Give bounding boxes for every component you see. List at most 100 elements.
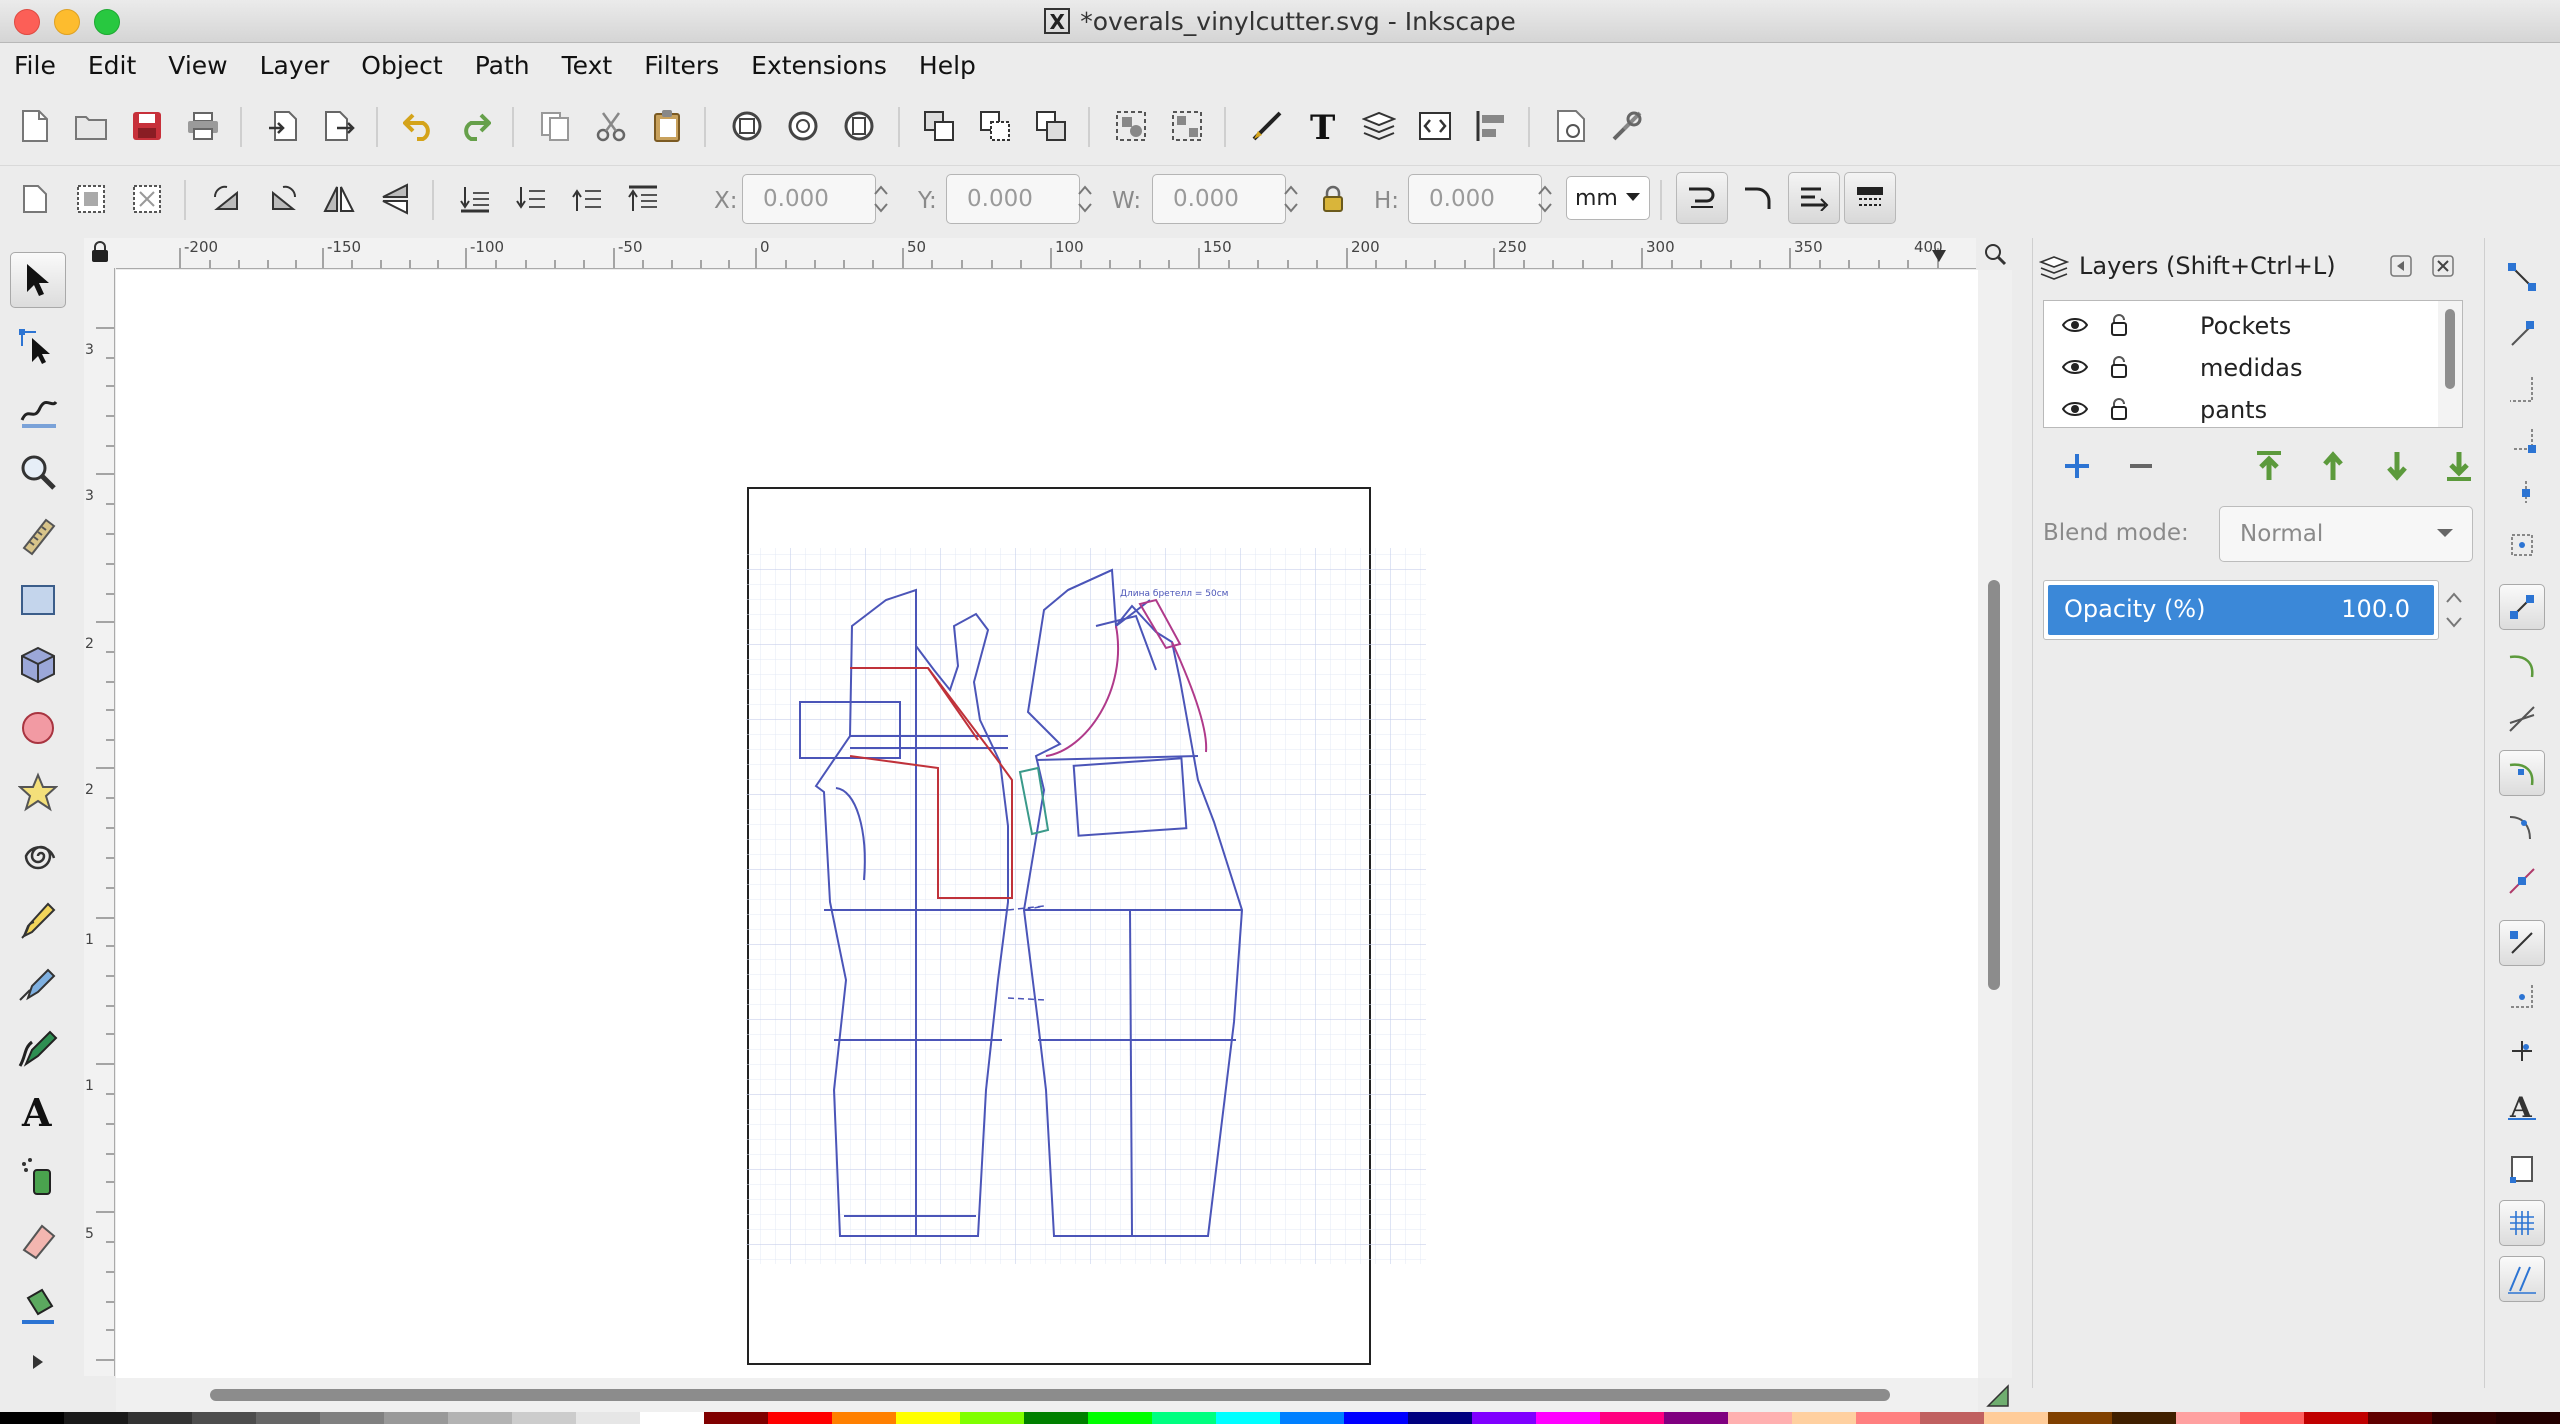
eye-icon[interactable]	[2062, 399, 2088, 419]
snap-bbox-midpoint-toggle[interactable]	[2499, 470, 2545, 516]
snap-guides-toggle[interactable]	[2499, 1256, 2545, 1302]
menu-path[interactable]: Path	[475, 51, 530, 80]
menu-help[interactable]: Help	[919, 51, 976, 80]
vertical-scroll-thumb[interactable]	[1988, 580, 2000, 990]
layer-row-pockets[interactable]: Pockets	[2044, 305, 2434, 347]
undo-icon[interactable]	[398, 105, 440, 147]
selector-tool[interactable]	[10, 252, 66, 308]
zoom-corner-icon[interactable]	[1983, 242, 2007, 266]
spiral-tool[interactable]	[10, 828, 66, 884]
menu-edit[interactable]: Edit	[88, 51, 136, 80]
rotate-ccw-icon[interactable]	[206, 178, 248, 220]
import-icon[interactable]	[262, 105, 304, 147]
snap-paths-toggle[interactable]	[2499, 642, 2545, 688]
ungroup-icon[interactable]	[1166, 105, 1208, 147]
unlock-icon[interactable]	[2110, 313, 2128, 337]
eraser-tool[interactable]	[10, 1212, 66, 1268]
ellipse-tool[interactable]	[10, 700, 66, 756]
flip-vertical-icon[interactable]	[374, 178, 416, 220]
collapse-panel-icon[interactable]	[2389, 254, 2413, 278]
snap-intersections-toggle[interactable]	[2499, 696, 2545, 742]
group-icon[interactable]	[1110, 105, 1152, 147]
vertical-ruler[interactable]: 3 3 2 2 1 1 5	[84, 268, 115, 1376]
paste-icon[interactable]	[646, 105, 688, 147]
layer-row-pants[interactable]: pants	[2044, 389, 2434, 431]
text-tool[interactable]: A	[10, 1084, 66, 1140]
calligraphy-tool[interactable]	[10, 1020, 66, 1076]
h-spin-arrows-icon[interactable]	[1532, 174, 1558, 224]
deselect-icon[interactable]	[126, 178, 168, 220]
select-all-icon[interactable]	[14, 178, 56, 220]
measure-tool[interactable]	[10, 508, 66, 564]
new-document-icon[interactable]	[14, 105, 56, 147]
export-icon[interactable]	[318, 105, 360, 147]
layer-list[interactable]: Pockets medidas pants	[2043, 300, 2463, 428]
star-tool[interactable]	[10, 764, 66, 820]
scale-corners-toggle[interactable]	[1732, 172, 1784, 224]
snap-smooth-toggle[interactable]	[2499, 804, 2545, 850]
document-properties-icon[interactable]	[1550, 105, 1592, 147]
unlink-clone-icon[interactable]	[1030, 105, 1072, 147]
node-editor-icon[interactable]	[1246, 105, 1288, 147]
menu-file[interactable]: File	[14, 51, 56, 80]
preferences-icon[interactable]	[1606, 105, 1648, 147]
rectangle-tool[interactable]	[10, 572, 66, 628]
remove-layer-button[interactable]	[2119, 444, 2163, 488]
lower-to-bottom-icon[interactable]	[454, 178, 496, 220]
raise-to-top-icon[interactable]	[622, 178, 664, 220]
layer-row-medidas[interactable]: medidas	[2044, 347, 2434, 389]
3d-box-tool[interactable]	[10, 636, 66, 692]
transform-patterns-toggle[interactable]	[1844, 172, 1896, 224]
align-distribute-icon[interactable]	[1470, 105, 1512, 147]
cut-icon[interactable]	[590, 105, 632, 147]
h-field[interactable]: 0.000	[1408, 174, 1542, 224]
lock-ratio-icon[interactable]	[1312, 178, 1354, 220]
snap-nodes-toggle[interactable]	[2499, 584, 2545, 630]
color-palette[interactable]	[0, 1412, 2560, 1424]
horizontal-scrollbar[interactable]	[116, 1378, 2009, 1412]
unlock-icon[interactable]	[2110, 397, 2128, 421]
copy-icon[interactable]	[534, 105, 576, 147]
layer-to-top-button[interactable]	[2247, 444, 2291, 488]
raise-icon[interactable]	[566, 178, 608, 220]
paint-bucket-tool[interactable]	[10, 1276, 66, 1332]
eye-icon[interactable]	[2062, 315, 2088, 335]
snap-page-border-toggle[interactable]	[2499, 1146, 2545, 1192]
text-font-icon[interactable]: T	[1302, 105, 1344, 147]
scale-stroke-toggle[interactable]	[1676, 172, 1728, 224]
pencil-tool[interactable]	[10, 892, 66, 948]
snap-bbox-toggle[interactable]	[2499, 312, 2545, 358]
unit-select[interactable]: mm	[1566, 176, 1650, 220]
zoom-selection-icon[interactable]	[726, 105, 768, 147]
more-tools-button[interactable]	[10, 1342, 66, 1382]
open-file-icon[interactable]	[70, 105, 112, 147]
redo-icon[interactable]	[454, 105, 496, 147]
eye-icon[interactable]	[2062, 357, 2088, 377]
menu-object[interactable]: Object	[361, 51, 442, 80]
zoom-page-icon[interactable]	[838, 105, 880, 147]
x-field[interactable]: 0.000	[742, 174, 876, 224]
opacity-spin-arrows-icon[interactable]	[2439, 580, 2469, 640]
menu-text[interactable]: Text	[562, 51, 613, 80]
menu-filters[interactable]: Filters	[644, 51, 719, 80]
snap-bbox-center-toggle[interactable]	[2499, 522, 2545, 568]
layer-to-bottom-button[interactable]	[2437, 444, 2481, 488]
layers-icon[interactable]	[1358, 105, 1400, 147]
xml-editor-icon[interactable]	[1414, 105, 1456, 147]
layer-list-scrollbar[interactable]	[2438, 301, 2462, 427]
print-icon[interactable]	[182, 105, 224, 147]
menu-extensions[interactable]: Extensions	[751, 51, 887, 80]
w-spin-arrows-icon[interactable]	[1278, 174, 1304, 224]
w-field[interactable]: 0.000	[1152, 174, 1286, 224]
color-managed-icon[interactable]	[1986, 1384, 2010, 1408]
y-field[interactable]: 0.000	[946, 174, 1080, 224]
x-spin-arrows-icon[interactable]	[868, 174, 894, 224]
lock-guides-icon[interactable]	[90, 240, 110, 264]
snap-line-midpoints-toggle[interactable]	[2499, 858, 2545, 904]
blend-mode-select[interactable]: Normal	[2219, 506, 2473, 562]
tweak-tool[interactable]	[10, 380, 66, 436]
clone-icon[interactable]	[974, 105, 1016, 147]
opacity-slider[interactable]: Opacity (%) 100.0	[2043, 580, 2439, 640]
y-spin-arrows-icon[interactable]	[1072, 174, 1098, 224]
add-layer-button[interactable]	[2055, 444, 2099, 488]
